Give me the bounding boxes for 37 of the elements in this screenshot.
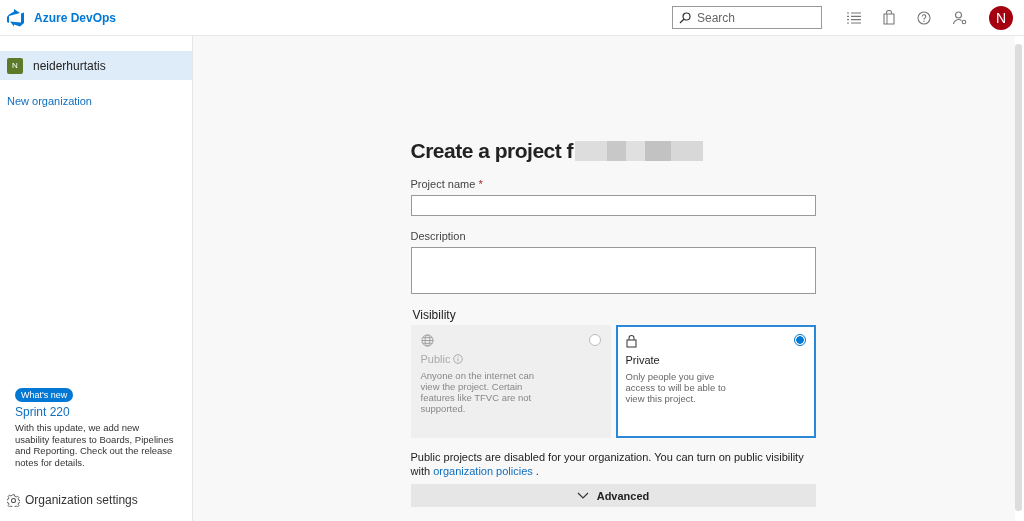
shopping-bag-icon[interactable] [883, 10, 895, 25]
option-description: Anyone on the internet can view the project. Certain features like TFVC are not supported. [420, 370, 536, 414]
visibility-label: Visibility [412, 308, 457, 322]
page-title: Create a project f [410, 139, 574, 163]
new-organization-link[interactable]: New organization [7, 95, 185, 107]
product-name[interactable]: Azure DevOps [34, 10, 117, 25]
list-icon[interactable] [847, 11, 861, 24]
advanced-toggle[interactable]: Advanced [410, 484, 816, 507]
lock-icon [625, 334, 637, 348]
organization-policies-link[interactable]: organization policies [433, 465, 533, 477]
option-title: Private [625, 354, 660, 366]
info-icon [453, 354, 464, 364]
radio-button[interactable] [793, 334, 806, 346]
option-description: Only people you give access to will be able to view this project. [625, 371, 727, 404]
description-field[interactable] [410, 247, 816, 294]
search-field[interactable]: Search [672, 6, 822, 29]
globe-icon [420, 334, 434, 347]
option-title: Public [420, 353, 451, 365]
visibility-notice: Public projects are disabled for your organization. You can turn on public visibility with organization policies . [410, 450, 805, 478]
field-label: Description [410, 230, 467, 242]
project-name-field[interactable] [410, 195, 816, 216]
organization-item[interactable]: N neiderhurtatis [0, 51, 192, 80]
help-icon[interactable] [917, 10, 931, 25]
release-summary: With this update, we add new usability features to Boards, Pipelines and Reporting. Check out the release notes for details. [15, 422, 175, 468]
user-settings-icon[interactable] [953, 10, 967, 25]
scrollbar[interactable] [1015, 44, 1022, 511]
release-link[interactable]: Sprint 220 [15, 405, 70, 419]
settings-icon [7, 493, 20, 507]
required-mark: * [478, 178, 483, 190]
field-label: Project name * [410, 178, 484, 190]
organization-avatar: N [7, 57, 23, 74]
user-avatar[interactable]: N [989, 5, 1013, 30]
devops-logo-icon [7, 8, 25, 27]
organization-settings-link[interactable]: Organization settings [0, 468, 192, 521]
chevron-icon [576, 492, 589, 499]
visibility-option[interactable]: Private Only people you give access to will be able to view this project. [615, 325, 816, 438]
whats-new-badge: What's new [15, 388, 74, 402]
